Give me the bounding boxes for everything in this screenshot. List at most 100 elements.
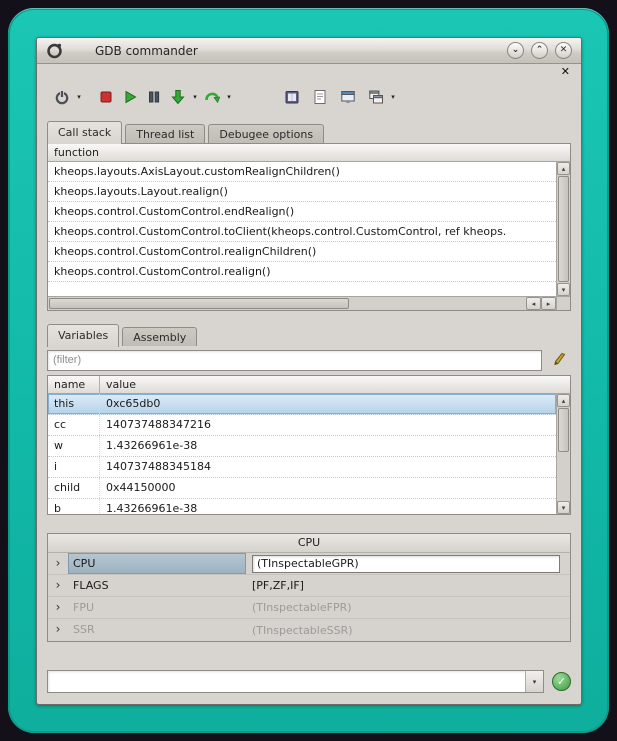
monitor-button[interactable] (336, 85, 360, 109)
tab-call-stack[interactable]: Call stack (47, 121, 122, 144)
filter-pen-button[interactable] (547, 349, 571, 371)
dock-close-icon[interactable]: ✕ (561, 65, 570, 78)
stop-button[interactable] (94, 85, 118, 109)
step-into-icon (170, 89, 186, 105)
scroll-up-icon[interactable]: ▴ (557, 394, 570, 407)
register-group-value: [PF,ZF,IF] (246, 575, 570, 596)
register-group-value: (TInspectableFPR) (246, 597, 570, 618)
maximize-button[interactable]: ⌃ (531, 42, 548, 59)
scrollbar-thumb[interactable] (49, 298, 349, 309)
scroll-left-icon[interactable]: ◂ (526, 297, 541, 310)
cpu-row[interactable]: › CPU (TInspectableGPR) (48, 553, 570, 575)
variables-panel: name value this 0xc65db0 cc 140737488347… (47, 375, 571, 515)
window-controls: ⌄ ⌃ ✕ (507, 42, 572, 59)
variable-name: b (48, 499, 100, 514)
call-stack-row[interactable]: kheops.layouts.Layout.realign() (48, 182, 556, 202)
scroll-down-icon[interactable]: ▾ (557, 501, 570, 514)
minimize-button[interactable]: ⌄ (507, 42, 524, 59)
power-dropdown-icon[interactable]: ▾ (74, 93, 84, 101)
document-button[interactable] (308, 85, 332, 109)
scrollbar-thumb[interactable] (558, 408, 569, 452)
call-stack-vertical-scrollbar[interactable]: ▴ ▾ (556, 162, 570, 296)
call-stack-panel: function kheops.layouts.AxisLayout.custo… (47, 143, 571, 311)
call-stack-row[interactable]: kheops.control.CustomControl.endRealign(… (48, 202, 556, 222)
tab-variables[interactable]: Variables (47, 324, 119, 347)
variable-value: 0xc65db0 (100, 394, 556, 414)
command-combobox[interactable]: ▾ (47, 670, 544, 693)
register-group-name: FLAGS (68, 575, 246, 596)
call-stack-row[interactable]: kheops.layouts.AxisLayout.customRealignC… (48, 162, 556, 182)
name-column-header[interactable]: name (48, 376, 100, 393)
variable-row[interactable]: w 1.43266961e-38 (48, 436, 556, 457)
pause-icon (146, 89, 162, 105)
power-button[interactable] (50, 85, 74, 109)
windows-button[interactable] (364, 85, 388, 109)
variables-header: name value (48, 376, 570, 394)
cpu-row[interactable]: › FLAGS [PF,ZF,IF] (48, 575, 570, 597)
document-icon (312, 89, 328, 105)
debug-toolbar: ▾ ▾ (37, 82, 581, 112)
app-icon (46, 42, 63, 59)
book-icon (284, 89, 300, 105)
variable-row[interactable]: cc 140737488347216 (48, 415, 556, 436)
scrollbar-thumb[interactable] (558, 176, 569, 282)
call-stack-horizontal-scrollbar[interactable]: ◂ ▸ (48, 296, 556, 310)
pause-button[interactable] (142, 85, 166, 109)
cpu-row[interactable]: › FPU (TInspectableFPR) (48, 597, 570, 619)
register-value-editor[interactable]: (TInspectableGPR) (252, 555, 560, 573)
call-stack-column-header[interactable]: function (48, 144, 570, 162)
call-stack-row[interactable]: kheops.control.CustomControl.realignChil… (48, 242, 556, 262)
scrollbar-corner (556, 296, 570, 310)
filter-input[interactable] (47, 350, 542, 371)
register-group-value: (TInspectableSSR) (246, 619, 570, 641)
titlebar[interactable]: GDB commander ⌄ ⌃ ✕ (37, 38, 581, 64)
scroll-right-icon[interactable]: ▸ (541, 297, 556, 310)
expander-icon[interactable]: › (48, 575, 68, 596)
call-stack-row[interactable]: kheops.control.CustomControl.realign() (48, 262, 556, 282)
run-button[interactable] (118, 85, 142, 109)
window-title: GDB commander (95, 44, 198, 58)
tab-debugee-options[interactable]: Debugee options (208, 124, 324, 143)
execute-command-button[interactable]: ✓ (552, 672, 571, 691)
close-button[interactable]: ✕ (555, 42, 572, 59)
variable-value: 1.43266961e-38 (100, 436, 556, 456)
scroll-up-icon[interactable]: ▴ (557, 162, 570, 175)
tab-thread-list[interactable]: Thread list (125, 124, 205, 143)
step-into-button[interactable] (166, 85, 190, 109)
step-over-icon (204, 89, 220, 105)
variable-row[interactable]: this 0xc65db0 (48, 394, 556, 415)
register-group-name: FPU (68, 597, 246, 618)
variable-value: 140737488347216 (100, 415, 556, 435)
tab-assembly[interactable]: Assembly (122, 327, 197, 346)
top-tabs: Call stack Thread list Debugee options (37, 120, 581, 143)
expander-icon[interactable]: › (48, 619, 68, 641)
cpu-row[interactable]: › SSR (TInspectableSSR) (48, 619, 570, 641)
command-input[interactable] (48, 671, 525, 692)
step-over-button[interactable] (200, 85, 224, 109)
pen-icon (551, 352, 567, 368)
expander-icon[interactable]: › (48, 553, 68, 574)
windows-dropdown-icon[interactable]: ▾ (388, 93, 398, 101)
variable-row[interactable]: i 140737488345184 (48, 457, 556, 478)
filter-row (47, 349, 571, 371)
variable-name: this (48, 394, 100, 414)
step-into-dropdown-icon[interactable]: ▾ (190, 93, 200, 101)
scroll-down-icon[interactable]: ▾ (557, 283, 570, 296)
step-over-dropdown-icon[interactable]: ▾ (224, 93, 234, 101)
variable-name: w (48, 436, 100, 456)
variable-row[interactable]: b 1.43266961e-38 (48, 499, 556, 514)
book-button[interactable] (280, 85, 304, 109)
call-stack-row[interactable]: kheops.control.CustomControl.toClient(kh… (48, 222, 556, 242)
variables-vertical-scrollbar[interactable]: ▴ ▾ (556, 394, 570, 514)
value-column-header[interactable]: value (100, 376, 570, 393)
variable-name: child (48, 478, 100, 498)
windows-icon (368, 89, 384, 105)
variables-list: this 0xc65db0 cc 140737488347216 w 1.432… (48, 394, 556, 514)
combobox-dropdown-icon[interactable]: ▾ (525, 671, 543, 692)
middle-tabs: Variables Assembly (37, 323, 581, 346)
call-stack-list: kheops.layouts.AxisLayout.customRealignC… (48, 162, 556, 296)
stop-icon (98, 89, 114, 105)
register-group-name: CPU (68, 553, 246, 574)
expander-icon[interactable]: › (48, 597, 68, 618)
variable-row[interactable]: child 0x44150000 (48, 478, 556, 499)
